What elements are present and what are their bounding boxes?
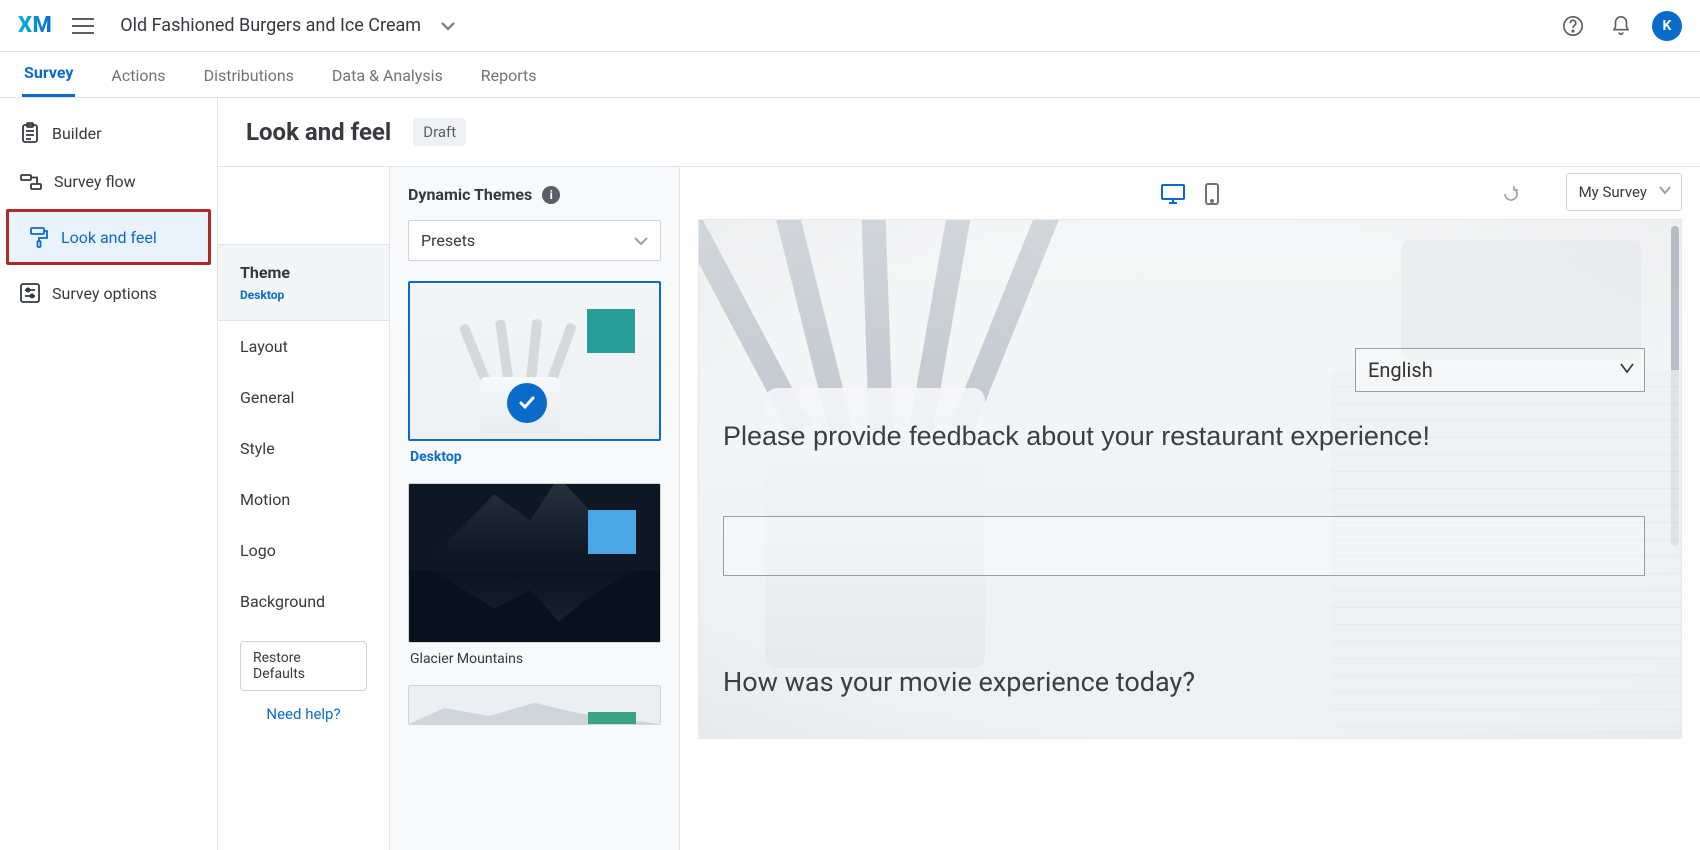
language-label: English bbox=[1368, 358, 1433, 382]
survey-preview: English Please provide feedback about yo… bbox=[698, 219, 1682, 739]
tab-actions[interactable]: Actions bbox=[109, 66, 167, 97]
survey-select-dropdown[interactable]: My Survey bbox=[1566, 173, 1682, 211]
tab-reports[interactable]: Reports bbox=[479, 66, 539, 97]
status-badge-draft: Draft bbox=[413, 118, 466, 146]
desktop-device-icon[interactable] bbox=[1160, 183, 1186, 205]
chevron-down-icon[interactable] bbox=[441, 21, 455, 31]
info-icon[interactable]: i bbox=[542, 186, 560, 204]
project-name[interactable]: Old Fashioned Burgers and Ice Cream bbox=[120, 15, 421, 36]
theme-name-desktop: Desktop bbox=[410, 449, 659, 465]
sidenav-label: Look and feel bbox=[61, 228, 157, 247]
paint-roller-icon bbox=[29, 226, 49, 248]
top-bar: XM Old Fashioned Burgers and Ice Cream K bbox=[0, 0, 1700, 52]
theme-swatch bbox=[587, 309, 635, 353]
tab-distributions[interactable]: Distributions bbox=[202, 66, 296, 97]
sidenav-label: Survey flow bbox=[54, 172, 136, 191]
themes-col: Dynamic Themes i Presets bbox=[390, 167, 680, 850]
sidenav-label: Survey options bbox=[52, 284, 157, 303]
clipboard-icon bbox=[20, 122, 40, 144]
sidenav-item-survey-flow[interactable]: Survey flow bbox=[0, 158, 217, 205]
section-motion[interactable]: Motion bbox=[218, 474, 389, 525]
preview-text-input[interactable] bbox=[723, 516, 1645, 576]
settings-sections-col: Theme Desktop Layout General Style Motio… bbox=[218, 167, 390, 850]
presets-dropdown-label: Presets bbox=[421, 231, 475, 250]
flow-icon bbox=[20, 173, 42, 191]
chevron-down-icon bbox=[1659, 186, 1671, 195]
section-general[interactable]: General bbox=[218, 372, 389, 423]
section-logo[interactable]: Logo bbox=[218, 525, 389, 576]
theme-card-glacier[interactable] bbox=[408, 483, 661, 643]
theme-swatch bbox=[588, 712, 636, 725]
themes-title: Dynamic Themes bbox=[408, 185, 532, 204]
bell-icon[interactable] bbox=[1604, 9, 1638, 43]
left-sidenav: Builder Survey flow Look and feel Survey… bbox=[0, 98, 218, 850]
theme-name-glacier: Glacier Mountains bbox=[410, 651, 659, 667]
theme-card-partial[interactable] bbox=[408, 685, 661, 725]
refresh-icon[interactable] bbox=[1502, 185, 1520, 203]
section-layout[interactable]: Layout bbox=[218, 321, 389, 372]
tab-data-analysis[interactable]: Data & Analysis bbox=[330, 66, 445, 97]
primary-tabs: Survey Actions Distributions Data & Anal… bbox=[0, 52, 1700, 98]
need-help-link[interactable]: Need help? bbox=[218, 695, 389, 727]
survey-select-label: My Survey bbox=[1579, 183, 1647, 201]
chevron-down-icon bbox=[1620, 363, 1634, 374]
help-icon[interactable] bbox=[1556, 9, 1590, 43]
user-avatar[interactable]: K bbox=[1652, 11, 1682, 41]
page-title: Look and feel bbox=[246, 118, 391, 146]
check-circle-icon bbox=[507, 383, 547, 423]
sidenav-item-survey-options[interactable]: Survey options bbox=[0, 269, 217, 317]
section-theme-label: Theme bbox=[240, 263, 367, 282]
theme-card-desktop[interactable] bbox=[408, 281, 661, 441]
presets-dropdown[interactable]: Presets bbox=[408, 220, 661, 261]
section-style[interactable]: Style bbox=[218, 423, 389, 474]
section-theme-sub: Desktop bbox=[240, 288, 367, 302]
sidenav-item-builder[interactable]: Builder bbox=[0, 108, 217, 158]
preview-question-2: How was your movie experience today? bbox=[723, 666, 1645, 698]
section-background[interactable]: Background bbox=[218, 576, 389, 627]
tab-survey[interactable]: Survey bbox=[22, 63, 75, 97]
sidenav-item-look-and-feel[interactable]: Look and feel bbox=[6, 209, 211, 265]
menu-icon[interactable] bbox=[66, 12, 100, 40]
theme-swatch bbox=[588, 510, 636, 554]
language-dropdown[interactable]: English bbox=[1355, 348, 1645, 392]
preview-col: My Survey English Please provide feedbac… bbox=[680, 167, 1700, 850]
section-theme[interactable]: Theme Desktop bbox=[218, 245, 389, 321]
chevron-down-icon bbox=[634, 236, 648, 246]
preview-question-1: Please provide feedback about your resta… bbox=[723, 420, 1645, 454]
sidenav-label: Builder bbox=[52, 124, 102, 143]
restore-defaults-button[interactable]: Restore Defaults bbox=[240, 641, 367, 691]
xm-logo: XM bbox=[18, 13, 52, 38]
page-header: Look and feel Draft bbox=[218, 98, 1700, 167]
mobile-device-icon[interactable] bbox=[1204, 182, 1220, 206]
sliders-icon bbox=[20, 283, 40, 303]
